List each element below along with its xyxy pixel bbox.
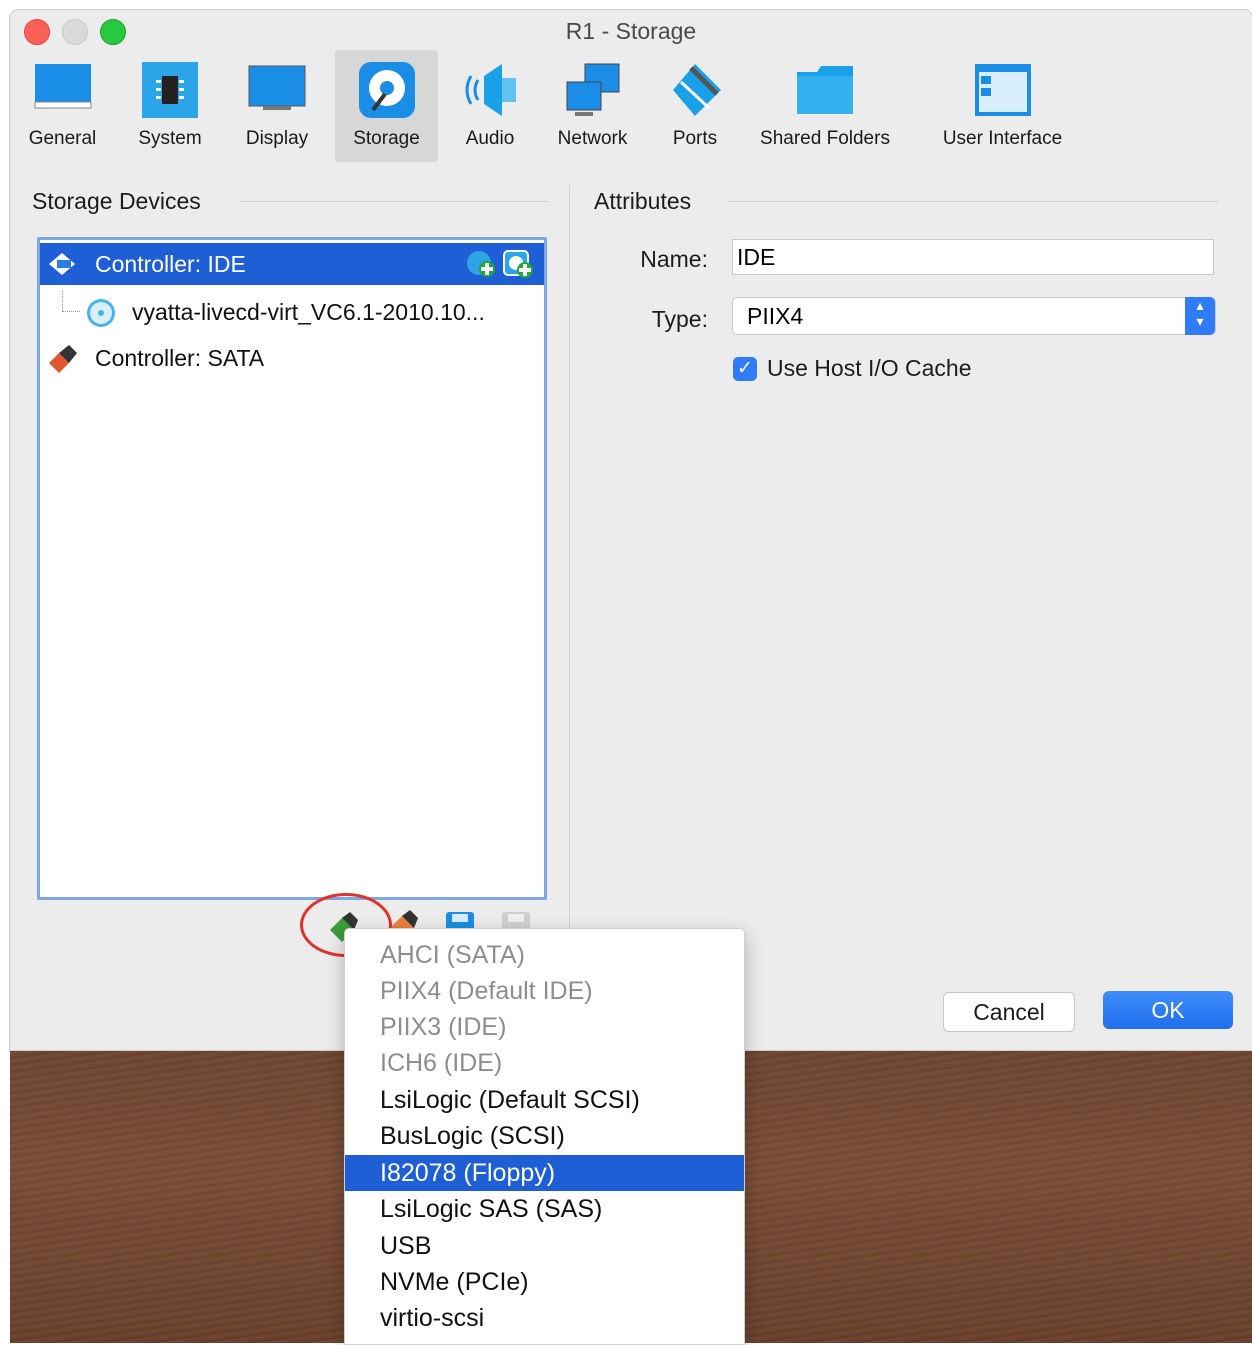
title-bar: R1 - Storage <box>10 10 1252 52</box>
tab-display[interactable]: Display <box>232 50 322 162</box>
menu-item-i82078-floppy[interactable]: I82078 (Floppy) <box>345 1155 744 1191</box>
tab-user-interface[interactable]: User Interface <box>925 50 1080 162</box>
menu-item-virtio-scsi[interactable]: virtio-scsi <box>345 1300 744 1336</box>
sata-controller-icon <box>49 345 77 373</box>
tab-audio[interactable]: Audio <box>450 50 530 162</box>
storage-disk-icon <box>358 62 415 118</box>
tab-shared-folders[interactable]: Shared Folders <box>750 50 900 162</box>
display-monitor-icon <box>248 65 306 110</box>
menu-item-lsilogic-sas[interactable]: LsiLogic SAS (SAS) <box>345 1191 744 1227</box>
panel-divider <box>569 185 570 1035</box>
ports-icon <box>673 64 721 116</box>
tab-system[interactable]: System <box>125 50 215 162</box>
general-icon <box>34 64 91 109</box>
tree-item-label: vyatta-livecd-virt_VC6.1-2010.10... <box>132 299 485 325</box>
chevron-updown-icon: ▴ ▾ <box>1185 297 1215 335</box>
attributes-header: Attributes <box>594 188 692 214</box>
settings-toolbar: General System Display Storage Audio Net… <box>10 50 1252 162</box>
audio-speaker-icon <box>465 64 516 116</box>
ide-controller-icon <box>49 253 75 275</box>
window-title: R1 - Storage <box>565 18 697 44</box>
settings-window: R1 - Storage General System Display Stor… <box>10 10 1252 1050</box>
cd-disc-icon <box>87 299 115 327</box>
tab-ports[interactable]: Ports <box>655 50 735 162</box>
tree-connector <box>62 291 64 311</box>
type-select[interactable]: PIIX4 ▴ ▾ <box>732 297 1216 335</box>
type-label: Type: <box>651 306 708 332</box>
menu-item-usb[interactable]: USB <box>345 1228 744 1264</box>
network-icon <box>566 63 619 116</box>
user-interface-icon <box>974 64 1031 116</box>
menu-item-buslogic-scsi[interactable]: BusLogic (SCSI) <box>345 1118 744 1154</box>
folder-icon <box>797 66 853 114</box>
tab-network[interactable]: Network <box>545 50 640 162</box>
menu-item-ahci-sata: AHCI (SATA) <box>380 941 525 969</box>
menu-item-nvme[interactable]: NVMe (PCIe) <box>345 1264 744 1300</box>
menu-item-piix4: PIIX4 (Default IDE) <box>380 977 593 1005</box>
tree-item-label: Controller: SATA <box>95 345 265 371</box>
section-divider <box>728 201 1218 202</box>
cancel-button[interactable]: Cancel <box>943 992 1075 1032</box>
use-host-io-cache-label: Use Host I/O Cache <box>767 355 972 381</box>
type-select-value: PIIX4 <box>747 303 804 329</box>
storage-devices-header: Storage Devices <box>32 188 201 214</box>
tab-general[interactable]: General <box>15 50 110 162</box>
tree-item-label: Controller: IDE <box>95 251 246 277</box>
menu-item-ich6: ICH6 (IDE) <box>380 1049 503 1077</box>
add-optical-drive-icon[interactable] <box>465 249 497 279</box>
ok-button[interactable]: OK <box>1103 991 1233 1029</box>
menu-item-lsilogic-scsi[interactable]: LsiLogic (Default SCSI) <box>345 1082 744 1118</box>
section-divider <box>240 201 548 202</box>
system-chip-icon <box>142 62 198 118</box>
use-host-io-cache-checkbox[interactable]: ✓ <box>733 357 757 381</box>
tree-item-controller-sata[interactable]: Controller: SATA <box>40 337 544 379</box>
menu-item-piix3: PIIX3 (IDE) <box>380 1013 507 1041</box>
tree-item-controller-ide[interactable]: Controller: IDE <box>40 243 544 285</box>
add-controller-menu: AHCI (SATA) PIIX4 (Default IDE) PIIX3 (I… <box>344 928 745 1345</box>
tree-connector <box>62 311 80 313</box>
storage-tree[interactable]: Controller: IDE vyatta-livecd-virt_VC6.1… <box>37 237 547 900</box>
name-label: Name: <box>640 246 708 272</box>
tree-item-disk[interactable]: vyatta-livecd-virt_VC6.1-2010.10... <box>40 291 544 333</box>
add-hard-disk-icon[interactable] <box>502 249 534 279</box>
tab-storage[interactable]: Storage <box>335 50 438 162</box>
name-input[interactable]: IDE <box>732 239 1214 275</box>
